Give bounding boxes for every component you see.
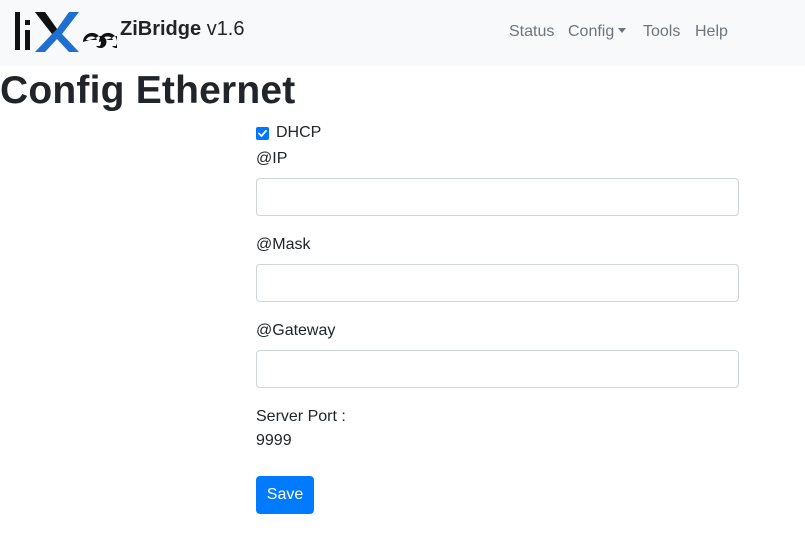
dhcp-label[interactable]: DHCP xyxy=(276,124,321,142)
brand-version: v1.6 xyxy=(206,18,245,40)
mask-input[interactable] xyxy=(256,264,739,302)
lixee-logo-graphic xyxy=(15,12,117,52)
nav-config[interactable]: Config xyxy=(568,23,627,41)
brand[interactable]: ZiBridge v1.6 xyxy=(120,18,245,41)
ip-input[interactable] xyxy=(256,178,739,216)
checkmark-icon xyxy=(258,129,267,137)
nav-help[interactable]: Help xyxy=(695,23,728,41)
nav-tools[interactable]: Tools xyxy=(643,23,680,41)
navbar: ZiBridge v1.6 Status Config Tools Help xyxy=(0,0,805,66)
page-title: Config Ethernet xyxy=(0,69,296,112)
lixee-logo[interactable] xyxy=(13,8,117,54)
server-port-value: 9999 xyxy=(256,432,292,449)
save-button[interactable]: Save xyxy=(256,476,314,514)
mask-label: @Mask xyxy=(256,236,311,253)
gateway-label: @Gateway xyxy=(256,322,336,339)
ip-label: @IP xyxy=(256,150,288,167)
nav-status[interactable]: Status xyxy=(509,23,554,41)
caret-down-icon xyxy=(618,28,627,33)
brand-name: ZiBridge xyxy=(120,18,202,40)
gateway-input[interactable] xyxy=(256,350,739,388)
nav-config-label: Config xyxy=(568,23,615,40)
server-port-label: Server Port : xyxy=(256,408,346,425)
dhcp-checkbox[interactable] xyxy=(256,127,269,140)
